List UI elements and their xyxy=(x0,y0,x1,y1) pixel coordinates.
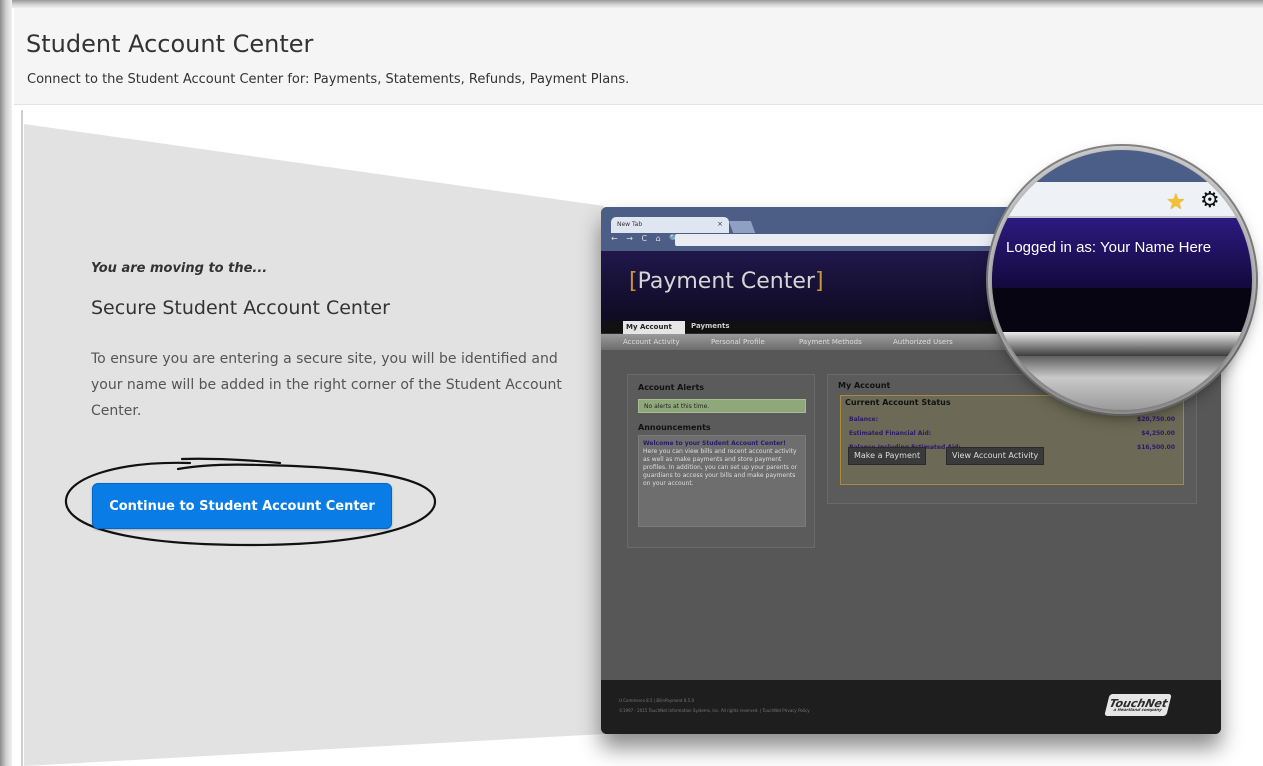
preview-tab-my-account: My Account xyxy=(623,321,685,335)
logged-in-label: Logged in as: Your Name Here xyxy=(1006,239,1212,256)
magnifier-callout: ★ ⚙ Logged in as: Your Name Here xyxy=(992,150,1252,410)
preview-view-activity-button: View Account Activity xyxy=(946,447,1045,465)
gear-icon: ⚙ xyxy=(1200,188,1220,213)
preview-tab-label: New Tab xyxy=(617,221,643,228)
continue-button[interactable]: Continue to Student Account Center xyxy=(92,483,392,529)
preview-alerts-panel: Account Alerts No alerts at this time. A… xyxy=(627,374,815,548)
preview-browser-tab: New Tab × xyxy=(611,217,729,233)
preview-announcement: Welcome to your Student Account Center! … xyxy=(638,435,806,527)
preview-tab-payments: Payments xyxy=(691,322,730,330)
secure-title: Secure Student Account Center xyxy=(91,297,390,319)
preview-brand: [Payment Center] xyxy=(629,269,824,294)
star-icon: ★ xyxy=(1166,190,1186,215)
preview-new-tab xyxy=(728,221,756,233)
moving-text: You are moving to the... xyxy=(91,261,268,276)
page: Student Account Center Connect to the St… xyxy=(0,0,1263,766)
description-text: To ensure you are entering a secure site… xyxy=(91,351,562,419)
touchnet-logo: TouchNet a Heartland company xyxy=(1104,694,1172,716)
preview-tab-close-icon: × xyxy=(717,220,723,228)
preview-make-payment-button: Make a Payment xyxy=(848,447,927,465)
preview-nav-icons: ← → C ⌂ 🔍 xyxy=(611,234,683,243)
